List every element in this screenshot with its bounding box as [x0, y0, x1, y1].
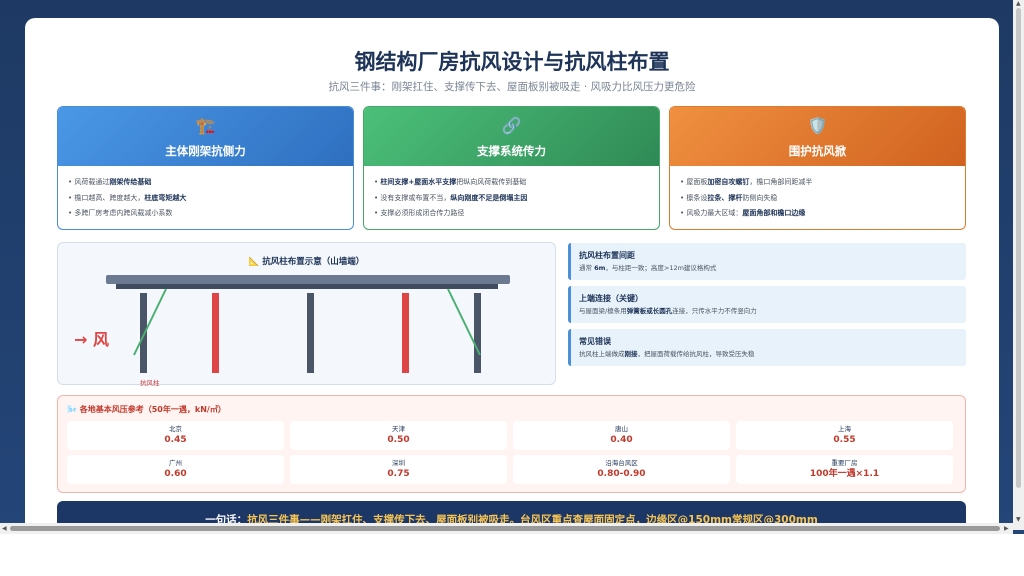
card-bullet: • 檩条设拉条、撑杆防侧向失稳 [680, 193, 778, 202]
info-title: 常见错误 [579, 337, 611, 346]
card-title: 围护抗风掀 [788, 144, 847, 158]
wind-column-diagram: 📐 抗风柱布置示意（山墙端） → 风 抗风柱 [57, 242, 556, 387]
pressure-cell: 广州 0.60 [67, 455, 284, 484]
info-title: 抗风柱布置间距 [579, 251, 635, 260]
card-bullet: • 没有支撑或布置不当，纵向刚度不足是倒塌主因 [374, 193, 528, 202]
info-panel-mistakes: 常见错误 抗风柱上端做成刚接，把屋面荷载传给抗风柱，导致受压失稳 [568, 329, 966, 366]
info-title: 上端连接（关键） [579, 294, 643, 303]
card-bullet: • 屋面板加密自攻螺钉，檐口角部间距减半 [680, 178, 813, 186]
card-title: 支撑系统传力 [477, 144, 546, 158]
card-header: 🛡️ 围护抗风掀 [670, 107, 965, 166]
scroll-up-icon[interactable]: ▲ [1016, 0, 1021, 7]
card-bullet: • 支撑必须形成闭合传力路径 [374, 209, 465, 217]
pressure-cell: 天津 0.50 [290, 421, 507, 450]
card-bracing: 🔗 支撑系统传力 • 柱间支撑+屋面水平支撑把纵向风荷载传到基础 • 没有支撑或… [363, 106, 660, 230]
pressure-cell: 沿海台风区 0.80-0.90 [513, 455, 730, 484]
shield-icon: 🛡️ [807, 116, 828, 135]
card-bullet: • 檐口越高、跨度越大，柱底弯矩越大 [68, 193, 187, 202]
frame-column [474, 293, 481, 373]
horizontal-scrollbar[interactable]: ◀ ▶ [0, 523, 1013, 534]
card-title: 主体刚架抗侧力 [165, 144, 246, 158]
pressure-cell: 上海 0.55 [736, 421, 953, 450]
wind-arrow-label: → 风 [74, 330, 109, 349]
roof-beam [106, 275, 510, 284]
pressure-cell: 深圳 0.75 [290, 455, 507, 484]
card-bullet: • 风吸力最大区域：屋面角部和檐口边缘 [680, 209, 806, 217]
wind-column [212, 293, 219, 373]
info-text: 与屋面梁/檩条用弹簧板或长圆孔连接，只传水平力不传竖向力 [579, 307, 757, 315]
info-text: 抗风柱上端做成刚接，把屋面荷载传给抗风柱，导致受压失稳 [579, 350, 755, 358]
frame-column [307, 293, 314, 373]
card-frame-lateral: 🏗️ 主体刚架抗侧力 • 风荷载通过刚架传给基础 • 檐口越高、跨度越大，柱底弯… [57, 106, 354, 230]
vertical-scroll-thumb[interactable] [1016, 8, 1021, 488]
pressure-cell: 重要厂房 100年一遇×1.1 [736, 455, 953, 484]
page-subtitle: 抗风三件事：刚架扛住、支撑传下去、屋面板别被吸走 · 风吸力比风压力更危险 [328, 81, 696, 93]
info-text: 通常 6m，与柱距一致；高度>12m建议格构式 [579, 264, 717, 272]
wind-column [402, 293, 409, 373]
info-panel-spacing: 抗风柱布置间距 通常 6m，与柱距一致；高度>12m建议格构式 [568, 243, 966, 280]
scroll-down-icon[interactable]: ▼ [1016, 516, 1021, 523]
card-bullet: • 多跨厂房考虑内跨风载减小系数 [68, 209, 173, 217]
pressure-cell: 北京 0.45 [67, 421, 284, 450]
roof-purlin [116, 284, 498, 289]
viewport-footer-area [0, 534, 1024, 576]
scroll-left-icon[interactable]: ◀ [2, 525, 7, 532]
content-card: 钢结构厂房抗风设计与抗风柱布置 抗风三件事：刚架扛住、支撑传下去、屋面板别被吸走… [25, 18, 999, 538]
vertical-scrollbar[interactable]: ▲ ▼ [1013, 0, 1024, 530]
page-title: 钢结构厂房抗风设计与抗风柱布置 [354, 50, 670, 74]
frame-column [140, 293, 147, 373]
card-envelope: 🛡️ 围护抗风掀 • 屋面板加密自攻螺钉，檐口角部间距减半 • 檩条设拉条、撑杆… [669, 106, 966, 230]
card-header: 🔗 支撑系统传力 [364, 107, 659, 166]
info-panel-connection: 上端连接（关键） 与屋面梁/檩条用弹簧板或长圆孔连接，只传水平力不传竖向力 [568, 286, 966, 323]
diagram-title: 📐 抗风柱布置示意（山墙端） [248, 257, 365, 267]
wind-pressure-table: 🌬️ 各地基本风压参考（50年一遇，kN/㎡） 北京 0.45 天津 0.50 唐山… [57, 395, 966, 493]
card-bullet: • 风荷载通过刚架传给基础 [68, 178, 152, 186]
horizontal-scroll-thumb[interactable] [10, 526, 1000, 531]
scroll-right-icon[interactable]: ▶ [1004, 525, 1009, 532]
pressure-title: 🌬️ 各地基本风压参考（50年一遇，kN/㎡） [67, 405, 226, 414]
link-icon: 🔗 [501, 116, 522, 135]
pressure-cell: 唐山 0.40 [513, 421, 730, 450]
crane-icon: 🏗️ [195, 116, 216, 135]
card-bullet: • 柱间支撑+屋面水平支撑把纵向风荷载传到基础 [374, 178, 527, 186]
bracing-line [133, 288, 167, 356]
column-caption: 抗风柱 [140, 379, 160, 387]
card-header: 🏗️ 主体刚架抗侧力 [58, 107, 353, 166]
page-background: 钢结构厂房抗风设计与抗风柱布置 抗风三件事：刚架扛住、支撑传下去、屋面板别被吸走… [0, 0, 1024, 576]
